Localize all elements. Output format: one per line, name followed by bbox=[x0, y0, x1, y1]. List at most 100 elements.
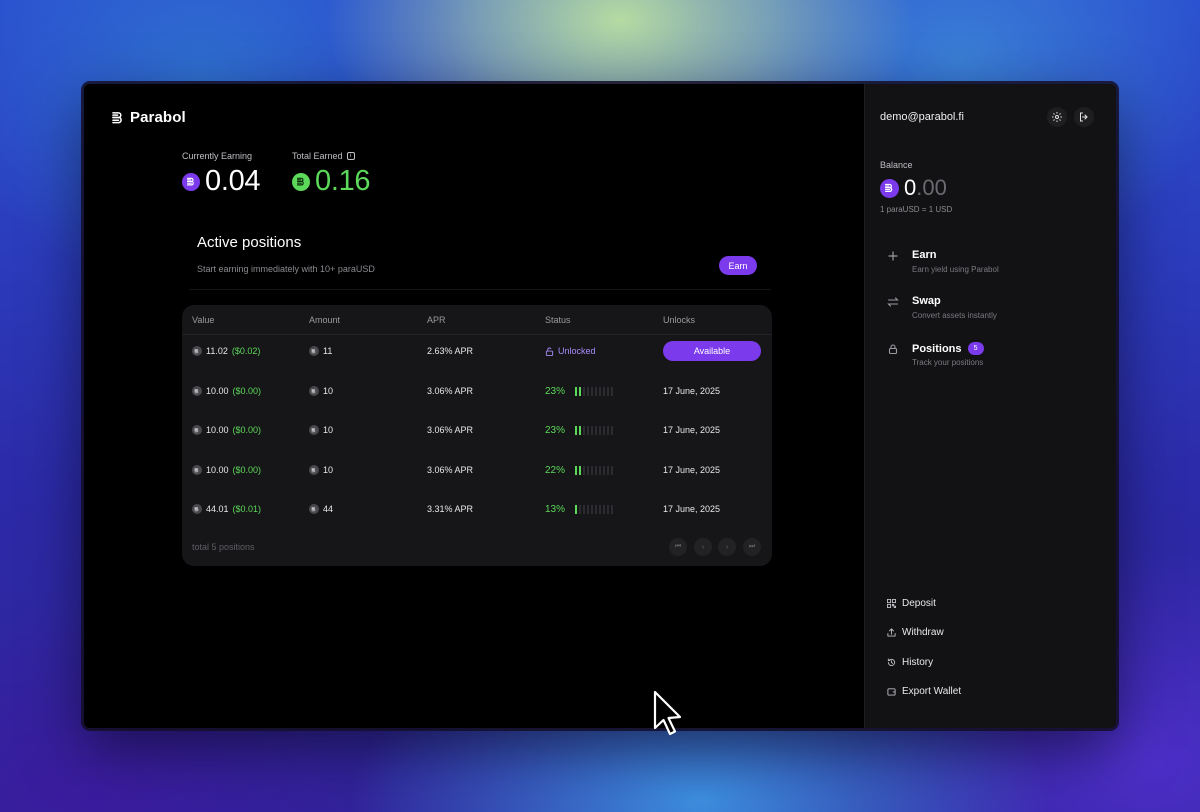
balance-label: Balance bbox=[880, 160, 913, 170]
status-cell: Unlocked bbox=[545, 341, 596, 361]
progress-segment bbox=[611, 504, 614, 514]
apr-value: 3.06% APR bbox=[427, 465, 474, 475]
progress-percent: 23% bbox=[545, 385, 566, 397]
value-cell: 44.01 ($0.01) bbox=[192, 499, 261, 519]
upload-icon bbox=[887, 628, 896, 637]
currently-earning-label: Currently Earning bbox=[182, 151, 253, 161]
parausd-coin-icon bbox=[309, 425, 319, 435]
column-header-status: Status bbox=[545, 315, 571, 325]
apr-cell: 3.06% APR bbox=[427, 420, 473, 440]
nav-swap-title: Swap bbox=[912, 295, 941, 307]
progress-segment bbox=[583, 425, 586, 435]
progress-segment bbox=[599, 504, 602, 514]
unlock-date: 17 June, 2025 bbox=[663, 386, 721, 396]
column-header-unlocks: Unlocks bbox=[663, 315, 696, 325]
nav-earn-subtitle: Earn yield using Parabol bbox=[912, 265, 999, 274]
currently-earning-value: 0.04 bbox=[205, 165, 261, 197]
apr-cell: 2.63% APR bbox=[427, 341, 473, 361]
progress-segment bbox=[603, 425, 606, 435]
unlocks-cell: 17 June, 2025 bbox=[663, 420, 720, 440]
deposit-action[interactable]: Deposit bbox=[887, 598, 936, 609]
progress-segment bbox=[591, 504, 594, 514]
value-usd: ($0.02) bbox=[231, 346, 261, 356]
parausd-coin-icon bbox=[309, 504, 319, 514]
progress-segment bbox=[611, 425, 614, 435]
exchange-rate: 1 paraUSD = 1 USD bbox=[880, 205, 953, 214]
status-cell: 22% bbox=[545, 460, 614, 480]
status-cell: 13% bbox=[545, 499, 614, 519]
parausd-coin-icon bbox=[309, 465, 319, 475]
available-button[interactable]: Available bbox=[663, 341, 761, 361]
progress-segment bbox=[579, 504, 582, 514]
progress-segment bbox=[575, 465, 578, 475]
info-icon[interactable]: i bbox=[346, 152, 355, 160]
withdraw-action[interactable]: Withdraw bbox=[887, 627, 944, 638]
account-sidebar: demo@parabol.fi Balance 0.00 1 paraUSD =… bbox=[864, 84, 1116, 728]
amount-cell: 11 bbox=[309, 341, 332, 361]
balance-amount: 0.00 bbox=[904, 175, 947, 201]
progress-segment bbox=[583, 386, 586, 396]
table-row[interactable]: 44.01 ($0.01) 44 3.31% APR 13% 17 June, 2025 bbox=[182, 499, 772, 519]
parausd-coin-icon bbox=[192, 346, 202, 356]
amount-cell: 10 bbox=[309, 420, 333, 440]
positions-count-badge: 5 bbox=[967, 342, 984, 355]
logout-button[interactable] bbox=[1074, 107, 1094, 127]
balance-value: 0.00 bbox=[880, 175, 947, 201]
swap-icon bbox=[887, 297, 899, 307]
column-header-value: Value bbox=[192, 315, 215, 325]
table-row[interactable]: 10.00 ($0.00) 10 3.06% APR 23% 17 June, 2025 bbox=[182, 420, 772, 440]
progress-segment bbox=[579, 386, 582, 396]
export-wallet-label: Export Wallet bbox=[902, 686, 962, 697]
progress-segment bbox=[607, 465, 610, 475]
progress-segment bbox=[595, 465, 598, 475]
parausd-coin-icon bbox=[292, 172, 310, 191]
brand-logo[interactable]: Parabol bbox=[112, 109, 186, 126]
progress-segment bbox=[587, 465, 590, 475]
progress-segment bbox=[587, 425, 590, 435]
deposit-label: Deposit bbox=[902, 598, 936, 609]
value-cell: 10.00 ($0.00) bbox=[192, 381, 261, 401]
apr-cell: 3.06% APR bbox=[427, 381, 473, 401]
nav-positions-title-row: Positions 5 bbox=[912, 342, 984, 355]
value-amount: 10.00 bbox=[206, 465, 229, 475]
amount-cell: 10 bbox=[309, 381, 333, 401]
first-page-button[interactable]: ⏮ bbox=[669, 538, 687, 556]
currently-earning-stat: Currently Earning 0.04 bbox=[182, 151, 261, 198]
table-row[interactable]: 11.02 ($0.02) 11 2.63% APR Unlocked Available bbox=[182, 341, 772, 361]
earn-button[interactable]: Earn bbox=[719, 256, 757, 275]
table-row[interactable]: 10.00 ($0.00) 10 3.06% APR 22% 17 June, 2025 bbox=[182, 460, 772, 480]
parausd-coin-icon bbox=[182, 172, 200, 191]
parausd-coin-icon bbox=[192, 386, 202, 396]
progress-percent: 22% bbox=[545, 464, 566, 476]
unlocks-cell: 17 June, 2025 bbox=[663, 499, 720, 519]
amount-cell: 10 bbox=[309, 460, 333, 480]
unlocks-cell: Available bbox=[663, 341, 761, 361]
progress-segment bbox=[575, 504, 578, 514]
value-cell: 10.00 ($0.00) bbox=[192, 420, 261, 440]
progress-segment bbox=[575, 386, 578, 396]
logout-icon bbox=[1080, 112, 1088, 122]
last-page-button[interactable]: ⏭ bbox=[743, 538, 761, 556]
nav-earn-title: Earn bbox=[912, 249, 937, 261]
progress-segment bbox=[607, 504, 610, 514]
prev-page-button[interactable]: ‹ bbox=[694, 538, 712, 556]
table-row[interactable]: 10.00 ($0.00) 10 3.06% APR 23% 17 June, 2025 bbox=[182, 381, 772, 401]
value-cell: 10.00 ($0.00) bbox=[192, 460, 261, 480]
active-positions-header: Active positions Start earning immediate… bbox=[197, 234, 375, 274]
progress-segment bbox=[575, 425, 578, 435]
total-earned-label-row: Total Earned i bbox=[292, 151, 370, 161]
total-earned-label: Total Earned bbox=[292, 151, 343, 161]
total-earned-value-row: 0.16 bbox=[292, 165, 371, 198]
export-wallet-action[interactable]: Export Wallet bbox=[887, 686, 961, 697]
next-page-button[interactable]: › bbox=[718, 538, 736, 556]
progress-segment bbox=[595, 425, 598, 435]
settings-button[interactable] bbox=[1047, 107, 1067, 127]
nav-positions-title: Positions bbox=[912, 342, 962, 355]
header-divider bbox=[182, 334, 772, 335]
nav-swap-subtitle: Convert assets instantly bbox=[912, 311, 997, 320]
progress-bar bbox=[575, 504, 614, 514]
apr-value: 3.06% APR bbox=[427, 386, 474, 396]
active-positions-title: Active positions bbox=[197, 234, 302, 251]
amount-value: 44 bbox=[323, 504, 334, 514]
history-action[interactable]: History bbox=[887, 657, 933, 668]
